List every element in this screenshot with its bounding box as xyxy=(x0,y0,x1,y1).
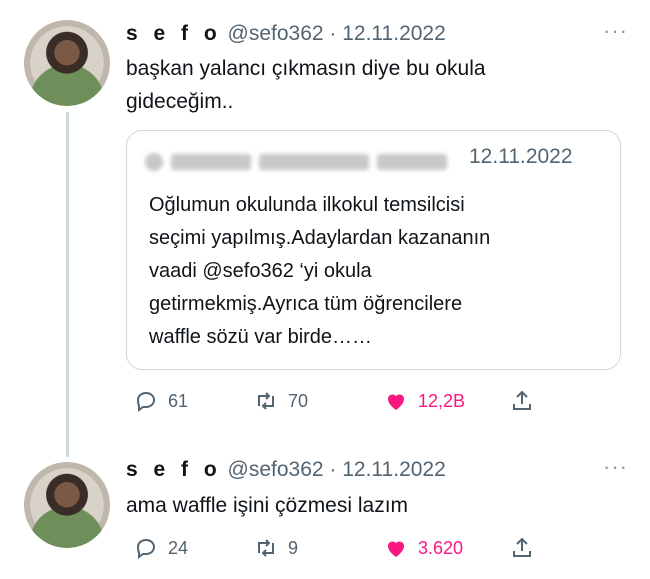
tweet-actions: 61 70 12,2B xyxy=(126,386,546,416)
author-meta[interactable]: @sefo362 · 12.11.2022 xyxy=(228,458,446,481)
quote-text-line: seçimi yapılmış.Adaylardan kazananın xyxy=(149,227,491,249)
tweet-text: başkan yalancı çıkmasın diye bu okula gi… xyxy=(126,52,486,118)
blurred-quote-author xyxy=(145,153,447,171)
like-button[interactable]: 3.620 xyxy=(384,533,463,563)
author-name[interactable]: s e f o xyxy=(126,458,222,481)
retweet-count: 9 xyxy=(288,537,299,558)
retweet-count: 70 xyxy=(288,390,309,411)
reply-count: 61 xyxy=(168,390,189,411)
tweet-header: s e f o @sefo362 · 12.11.2022 xyxy=(126,22,446,46)
quoted-tweet[interactable]: 12.11.2022 Oğlumun okulunda ilkokul tems… xyxy=(126,130,621,370)
share-icon xyxy=(513,390,531,410)
tweet-header: s e f o @sefo362 · 12.11.2022 xyxy=(126,458,446,482)
share-button[interactable] xyxy=(510,386,534,416)
retweet-button[interactable]: 9 xyxy=(254,533,298,563)
tweet-actions: 24 9 3.620 xyxy=(126,533,546,563)
reply-button[interactable]: 61 xyxy=(134,386,188,416)
retweet-icon xyxy=(258,539,274,557)
thread-line xyxy=(66,112,69,457)
like-count: 12,2B xyxy=(418,390,466,411)
quote-date: 12.11.2022 xyxy=(469,145,573,168)
tweet-1[interactable]: s e f o @sefo362 · 12.11.2022 ··· başkan… xyxy=(0,0,650,460)
tweet-text: ama waffle işini çözmesi lazım xyxy=(126,489,408,522)
retweet-button[interactable]: 70 xyxy=(254,386,308,416)
heart-icon xyxy=(388,394,404,410)
retweet-icon xyxy=(258,392,274,410)
heart-icon xyxy=(388,541,404,557)
tweet-text-line: başkan yalancı çıkmasın diye bu okula xyxy=(126,57,486,80)
share-button[interactable] xyxy=(510,533,534,563)
tweet-2[interactable]: s e f o @sefo362 · 12.11.2022 ··· ama wa… xyxy=(0,452,650,579)
reply-count: 24 xyxy=(168,537,189,558)
reply-button[interactable]: 24 xyxy=(134,533,188,563)
reply-icon xyxy=(136,391,156,412)
like-button[interactable]: 12,2B xyxy=(384,386,465,416)
quote-text-line: Oğlumun okulunda ilkokul temsilcisi xyxy=(149,194,465,216)
quote-text-line: vaadi @sefo362 ‘yi okula xyxy=(149,260,372,282)
quote-text: Oğlumun okulunda ilkokul temsilcisi seçi… xyxy=(149,189,609,354)
share-icon xyxy=(513,537,531,557)
avatar[interactable] xyxy=(24,462,110,548)
more-icon[interactable]: ··· xyxy=(603,18,628,44)
quote-text-line: getirmekmiş.Ayrıca tüm öğrencilere xyxy=(149,293,463,315)
more-icon[interactable]: ··· xyxy=(603,454,628,480)
quote-text-line: waffle sözü var birde…… xyxy=(149,326,373,348)
avatar[interactable] xyxy=(24,20,110,106)
tweet-text-line: ama waffle işini çözmesi lazım xyxy=(126,494,409,517)
author-meta[interactable]: @sefo362 · 12.11.2022 xyxy=(228,22,446,45)
author-name[interactable]: s e f o xyxy=(126,22,222,45)
reply-icon xyxy=(136,538,156,559)
like-count: 3.620 xyxy=(418,537,464,558)
tweet-text-line: gideceğim.. xyxy=(126,90,234,113)
